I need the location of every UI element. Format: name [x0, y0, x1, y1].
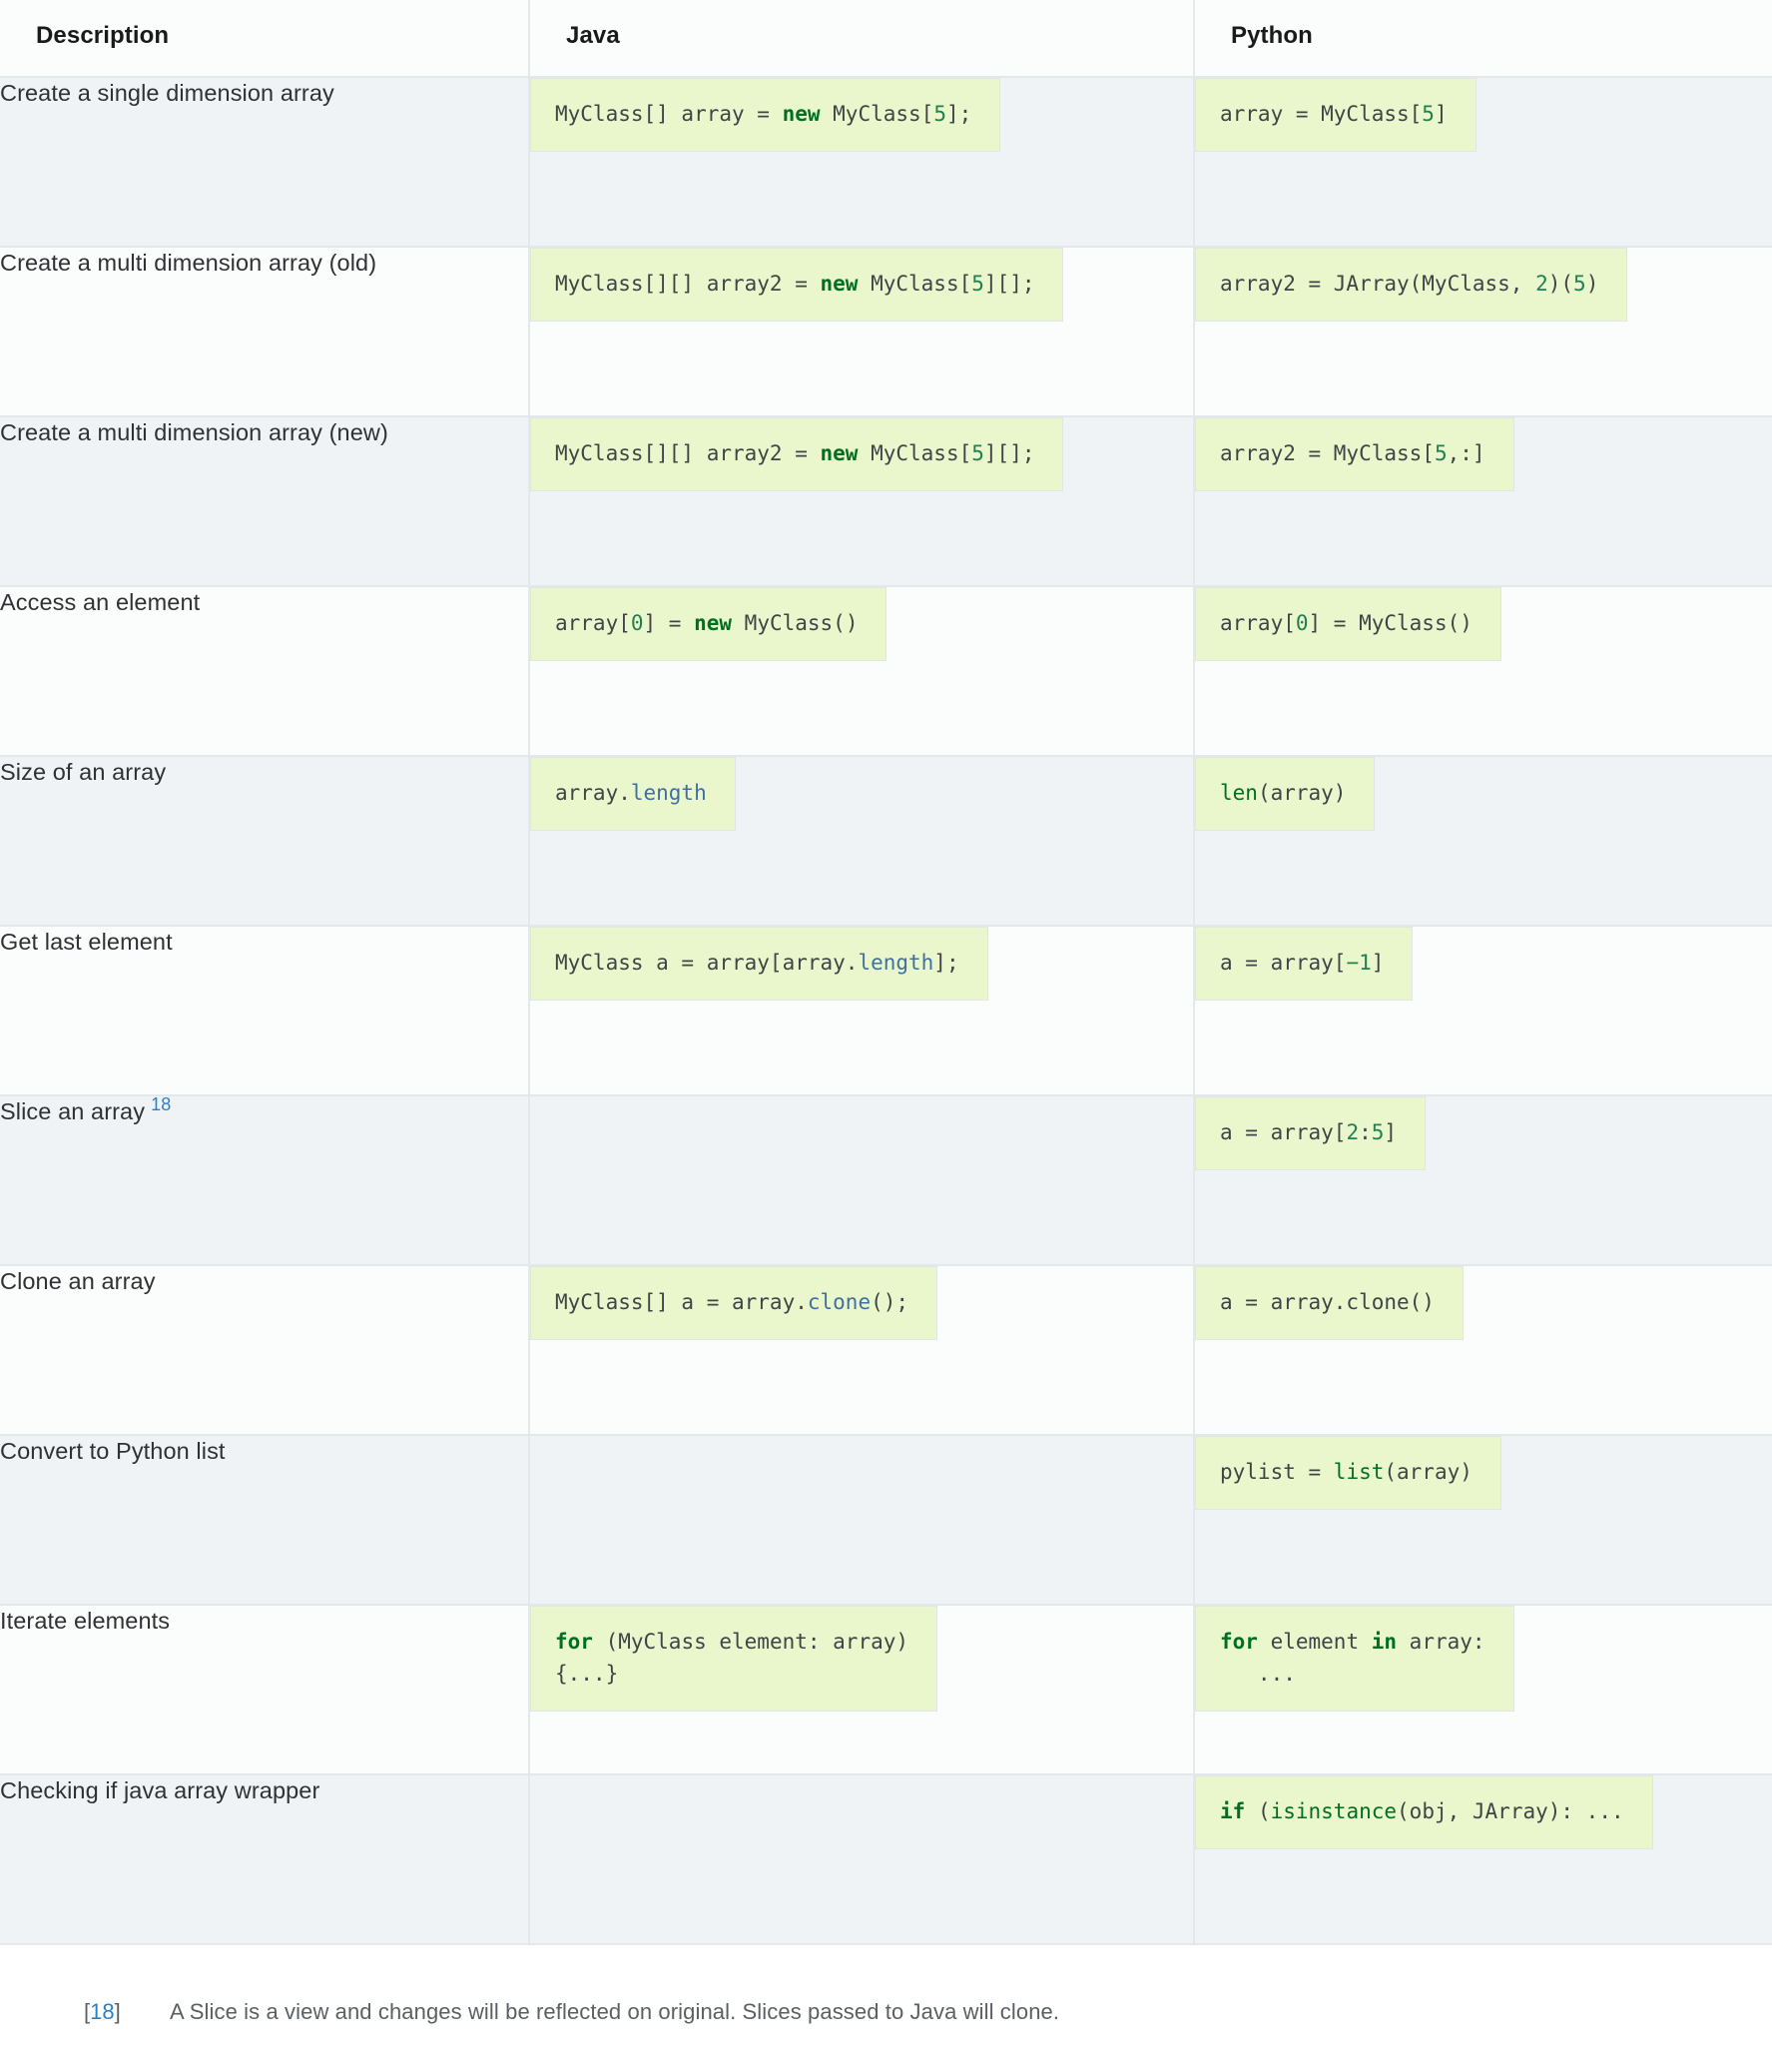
description-text: Size of an array [0, 759, 167, 785]
cell-java-code: MyClass[][] array2 = new MyClass[5][]; [529, 247, 1195, 417]
cell-java-code: MyClass a = array[array.length]; [529, 926, 1195, 1096]
cell-java-code: for (MyClass element: array) {...} [529, 1605, 1195, 1775]
cell-description: Access an element [0, 586, 530, 757]
description-text: Create a multi dimension array (old) [0, 250, 377, 276]
cell-python-code: array2 = MyClass[5,:] [1194, 416, 1772, 587]
cell-java-code: array[0] = new MyClass() [529, 586, 1195, 757]
python-code-block: for element in array: ... [1195, 1606, 1514, 1712]
footnotes-section: [18] A Slice is a view and changes will b… [0, 1945, 1772, 2062]
cell-python-code: pylist = list(array) [1194, 1435, 1772, 1606]
python-code-block: array = MyClass[5] [1195, 78, 1477, 152]
cell-description: Convert to Python list [0, 1435, 530, 1606]
table-header-row: Description Java Python [0, 0, 1772, 78]
java-code-block: MyClass[] a = array.clone(); [530, 1266, 938, 1340]
description-text: Checking if java array wrapper [0, 1777, 320, 1803]
cell-description: Checking if java array wrapper [0, 1774, 530, 1945]
cell-java-code: array.length [529, 756, 1195, 927]
cell-description: Size of an array [0, 756, 530, 927]
table-row: Create a single dimension array MyClass[]… [0, 77, 1772, 248]
cell-description: Create a single dimension array [0, 77, 530, 248]
cell-java-code [529, 1095, 1195, 1266]
java-code-block: MyClass[][] array2 = new MyClass[5][]; [530, 417, 1064, 491]
description-text: Create a single dimension array [0, 80, 334, 106]
footnote-label[interactable]: [18] [0, 1999, 170, 2025]
cell-java-code [529, 1435, 1195, 1606]
java-python-array-comparison-table: Description Java Python Create a single … [0, 0, 1772, 1945]
description-text: Create a multi dimension array (new) [0, 419, 388, 445]
cell-python-code: array[0] = MyClass() [1194, 586, 1772, 757]
cell-python-code: a = array[2:5] [1194, 1095, 1772, 1266]
cell-java-code [529, 1774, 1195, 1945]
description-text: Slice an array [0, 1098, 146, 1124]
cell-java-code: MyClass[] array = new MyClass[5]; [529, 77, 1195, 248]
java-code-block: MyClass[][] array2 = new MyClass[5][]; [530, 248, 1064, 322]
java-code-block: array.length [530, 757, 736, 831]
cell-description: Slice an array 18 [0, 1094, 530, 1266]
column-header-python: Python [1194, 0, 1772, 78]
table-row: Convert to Python list pylist = list(arra… [0, 1435, 1772, 1606]
java-code-block: array[0] = new MyClass() [530, 587, 887, 661]
java-code-block: for (MyClass element: array) {...} [530, 1606, 938, 1712]
table-body: Create a single dimension array MyClass[]… [0, 77, 1772, 1945]
cell-python-code: a = array.clone() [1194, 1265, 1772, 1436]
cell-python-code: array2 = JArray(MyClass, 2)(5) [1194, 247, 1772, 417]
description-text: Convert to Python list [0, 1438, 226, 1464]
footnote-row: [18] A Slice is a view and changes will b… [0, 1997, 1772, 2028]
cell-python-code: a = array[−1] [1194, 926, 1772, 1096]
table-row: Create a multi dimension array (old) MyCl… [0, 247, 1772, 417]
footnote-reference-link[interactable]: 18 [151, 1094, 171, 1114]
table-row: Iterate elements for (MyClass element: ar… [0, 1605, 1772, 1775]
python-code-block: array2 = JArray(MyClass, 2)(5) [1195, 248, 1628, 322]
java-code-block: MyClass[] array = new MyClass[5]; [530, 78, 1001, 152]
table-row: Checking if java array wrapper if (isinst… [0, 1774, 1772, 1945]
python-code-block: a = array.clone() [1195, 1266, 1464, 1340]
description-text: Clone an array [0, 1268, 156, 1294]
python-code-block: a = array[2:5] [1195, 1096, 1427, 1170]
footnote-text: A Slice is a view and changes will be re… [170, 1999, 1060, 2024]
python-code-block: pylist = list(array) [1195, 1436, 1501, 1510]
footnote-number[interactable]: 18 [90, 1999, 114, 2024]
cell-description: Create a multi dimension array (old) [0, 247, 530, 417]
cell-java-code: MyClass[][] array2 = new MyClass[5][]; [529, 416, 1195, 587]
cell-python-code: array = MyClass[5] [1194, 77, 1772, 248]
column-header-description: Description [0, 0, 530, 78]
cell-description: Iterate elements [0, 1605, 530, 1775]
table-row: Clone an array MyClass[] a = array.clone(… [0, 1265, 1772, 1436]
table-row: Create a multi dimension array (new) MyCl… [0, 416, 1772, 587]
cell-python-code: len(array) [1194, 756, 1772, 927]
cell-java-code: MyClass[] a = array.clone(); [529, 1265, 1195, 1436]
cell-description: Create a multi dimension array (new) [0, 416, 530, 587]
python-code-block: len(array) [1195, 757, 1376, 831]
description-text: Access an element [0, 589, 201, 615]
table-header: Description Java Python [0, 0, 1772, 78]
python-code-block: array2 = MyClass[5,:] [1195, 417, 1514, 491]
python-code-block: array[0] = MyClass() [1195, 587, 1501, 661]
python-code-block: if (isinstance(obj, JArray): ... [1195, 1775, 1653, 1849]
java-code-block: MyClass a = array[array.length]; [530, 927, 988, 1001]
cell-python-code: if (isinstance(obj, JArray): ... [1194, 1774, 1772, 1945]
table-row: Access an element array[0] = new MyClass(… [0, 586, 1772, 757]
cell-python-code: for element in array: ... [1194, 1605, 1772, 1775]
footnote-bracket-close: ] [114, 1999, 121, 2024]
column-header-java: Java [529, 0, 1195, 78]
description-text: Iterate elements [0, 1608, 171, 1634]
cell-description: Get last element [0, 926, 530, 1096]
python-code-block: a = array[−1] [1195, 927, 1414, 1001]
table-row: Get last element MyClass a = array[array.… [0, 926, 1772, 1096]
table-row: Slice an array 18 a = array[2:5] [0, 1094, 1772, 1266]
cell-description: Clone an array [0, 1265, 530, 1436]
table-row: Size of an array array.length len(array) [0, 756, 1772, 927]
description-text: Get last element [0, 929, 173, 955]
